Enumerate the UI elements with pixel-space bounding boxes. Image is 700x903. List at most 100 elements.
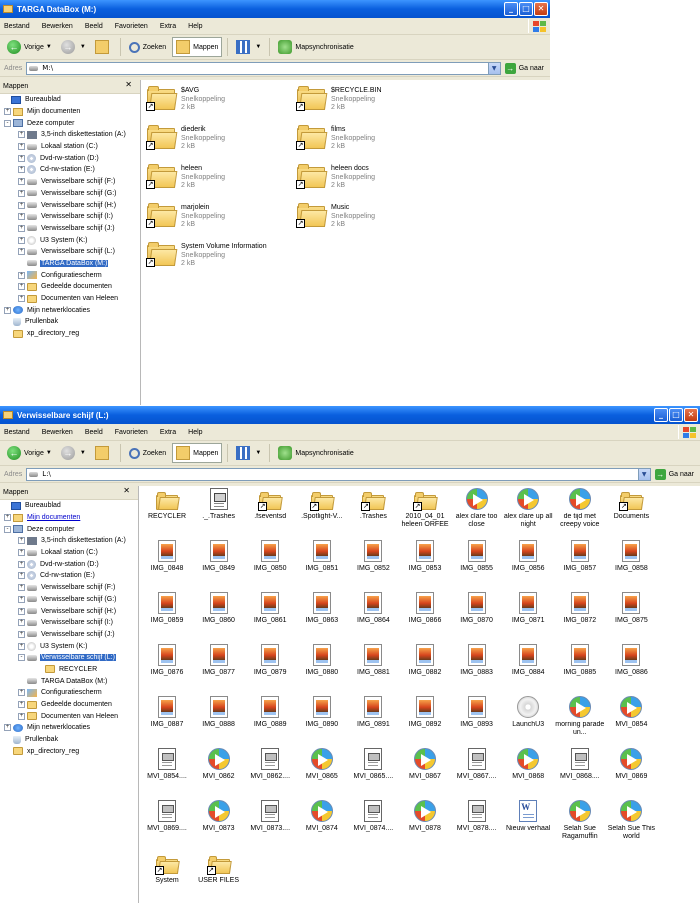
tree-item[interactable]: + Verwisselbare schijf (J:) <box>0 223 140 235</box>
file-item[interactable]: IMG_0890 <box>296 696 348 729</box>
tree-item[interactable]: + Documenten van Heleen <box>0 710 138 722</box>
expand-icon[interactable]: + <box>18 537 25 545</box>
expand-icon[interactable]: + <box>18 642 25 650</box>
expand-icon[interactable]: + <box>18 619 25 627</box>
tree-item[interactable]: + Verwisselbare schijf (I:) <box>0 617 138 629</box>
file-item[interactable]: MVI_0874 <box>296 800 348 833</box>
file-item[interactable]: IMG_0891 <box>347 696 399 729</box>
file-item[interactable]: ↗ USER FILES <box>193 852 245 885</box>
file-item[interactable]: MVI_0868 <box>502 748 554 781</box>
file-item[interactable]: IMG_0857 <box>554 540 606 573</box>
file-item[interactable]: IMG_0876 <box>141 644 193 677</box>
file-item[interactable]: ↗ Documents <box>605 488 657 521</box>
file-item[interactable]: IMG_0863 <box>296 592 348 625</box>
tree-item[interactable]: + Verwisselbare schijf (J:) <box>0 629 138 641</box>
file-item[interactable]: MVI_0867.... <box>451 748 503 781</box>
close-button[interactable]: ✕ <box>684 408 698 422</box>
tree-item[interactable]: - Deze computer <box>0 117 140 129</box>
file-item[interactable]: alex clare too close <box>451 488 503 529</box>
go-button[interactable]: → Ga naar <box>654 468 694 480</box>
file-item[interactable]: LaunchU3 <box>502 696 554 729</box>
expand-icon[interactable]: + <box>18 630 25 638</box>
forward-button[interactable]: → ▼ <box>58 38 89 56</box>
collapse-icon[interactable]: - <box>4 525 11 533</box>
file-item[interactable]: ↗ .Spotlight-V... <box>296 488 348 521</box>
expand-icon[interactable]: + <box>18 178 25 186</box>
file-item[interactable]: IMG_0852 <box>347 540 399 573</box>
views-button[interactable]: ▼ <box>233 444 264 462</box>
shortcut-tile[interactable]: ↗ heleen docs Snelkoppeling 2 kB <box>296 164 375 191</box>
expand-icon[interactable]: + <box>18 607 25 615</box>
tree-item[interactable]: + Dvd-rw-station (D:) <box>0 558 138 570</box>
folders-button[interactable]: Mappen <box>172 443 223 463</box>
file-item[interactable]: IMG_0849 <box>193 540 245 573</box>
expand-icon[interactable]: + <box>4 514 11 522</box>
file-item[interactable]: IMG_0887 <box>141 696 193 729</box>
file-item[interactable]: ._.Trashes <box>193 488 245 521</box>
file-item[interactable]: IMG_0889 <box>244 696 296 729</box>
file-item[interactable]: Nieuw verhaal <box>502 800 554 833</box>
collapse-icon[interactable]: - <box>18 654 25 662</box>
maximize-button[interactable]: □ <box>519 2 533 16</box>
up-button[interactable] <box>92 444 115 462</box>
expand-icon[interactable]: + <box>18 271 25 279</box>
file-item[interactable]: MVI_0873 <box>193 800 245 833</box>
expand-icon[interactable]: + <box>18 154 25 162</box>
expand-icon[interactable]: + <box>18 166 25 174</box>
file-item[interactable]: IMG_0858 <box>605 540 657 573</box>
file-item[interactable]: ↗ System <box>141 852 193 885</box>
tree-item[interactable]: + Lokaal station (C:) <box>0 141 140 153</box>
shortcut-tile[interactable]: ↗ diederik Snelkoppeling 2 kB <box>146 125 225 152</box>
tree-item[interactable]: + Configuratiescherm <box>0 269 140 281</box>
file-item[interactable]: IMG_0861 <box>244 592 296 625</box>
tree-item[interactable]: - Deze computer <box>0 523 138 535</box>
expand-icon[interactable]: + <box>18 595 25 603</box>
sync-button[interactable]: Mapsynchronisatie <box>275 38 356 56</box>
tree-item[interactable]: Bureaublad <box>0 500 138 512</box>
file-item[interactable]: MVI_0874.... <box>347 800 399 833</box>
shortcut-tile[interactable]: ↗ System Volume Information Snelkoppeling 2… <box>146 242 267 269</box>
shortcut-tile[interactable]: ↗ Music Snelkoppeling 2 kB <box>296 203 375 230</box>
expand-icon[interactable]: + <box>18 712 25 720</box>
address-input[interactable]: L:\ ▼ <box>26 467 651 481</box>
file-item[interactable]: MVI_0869.... <box>141 800 193 833</box>
shortcut-tile[interactable]: ↗ films Snelkoppeling 2 kB <box>296 125 375 152</box>
tree-item[interactable]: RECYCLER <box>0 664 138 676</box>
file-item[interactable]: IMG_0864 <box>347 592 399 625</box>
file-item[interactable]: IMG_0850 <box>244 540 296 573</box>
expand-icon[interactable]: + <box>18 560 25 568</box>
file-item[interactable]: de tijd met creepy voice <box>554 488 606 529</box>
file-item[interactable]: MVI_0854 <box>605 696 657 729</box>
menu-bestand[interactable]: Bestand <box>4 23 30 30</box>
close-pane-icon[interactable]: ✕ <box>123 486 130 495</box>
expand-icon[interactable]: + <box>18 189 25 197</box>
file-item[interactable]: IMG_0871 <box>502 592 554 625</box>
tree-item[interactable]: + Verwisselbare schijf (F:) <box>0 176 140 188</box>
tree-item[interactable]: + Configuratiescherm <box>0 687 138 699</box>
tree-item[interactable]: TARGA DataBox (M:) <box>0 675 138 687</box>
expand-icon[interactable]: + <box>4 724 11 732</box>
expand-icon[interactable]: + <box>18 248 25 256</box>
file-item[interactable]: MVI_0854.... <box>141 748 193 781</box>
file-item[interactable]: IMG_0888 <box>193 696 245 729</box>
tree-item[interactable]: xp_directory_reg <box>0 328 140 340</box>
file-item[interactable]: IMG_0851 <box>296 540 348 573</box>
shortcut-tile[interactable]: ↗ marjolein Snelkoppeling 2 kB <box>146 203 225 230</box>
back-button[interactable]: ← Vorige ▼ <box>4 38 55 56</box>
file-item[interactable]: alex clare up all night <box>502 488 554 529</box>
file-item[interactable]: IMG_0848 <box>141 540 193 573</box>
expand-icon[interactable]: + <box>18 689 25 697</box>
file-item[interactable]: MVI_0865 <box>296 748 348 781</box>
expand-icon[interactable]: + <box>18 201 25 209</box>
tree-item[interactable]: + Verwisselbare schijf (H:) <box>0 199 140 211</box>
file-item[interactable]: MVI_0878.... <box>451 800 503 833</box>
menu-favorieten[interactable]: Favorieten <box>115 23 148 30</box>
shortcut-tile[interactable]: ↗ $AVG Snelkoppeling 2 kB <box>146 86 225 113</box>
file-item[interactable]: IMG_0872 <box>554 592 606 625</box>
file-item[interactable]: IMG_0870 <box>451 592 503 625</box>
tree-item[interactable]: + Gedeelde documenten <box>0 281 140 293</box>
menu-help[interactable]: Help <box>188 23 202 30</box>
file-item[interactable]: IMG_0853 <box>399 540 451 573</box>
file-item[interactable]: IMG_0880 <box>296 644 348 677</box>
minimize-button[interactable]: _ <box>504 2 518 16</box>
